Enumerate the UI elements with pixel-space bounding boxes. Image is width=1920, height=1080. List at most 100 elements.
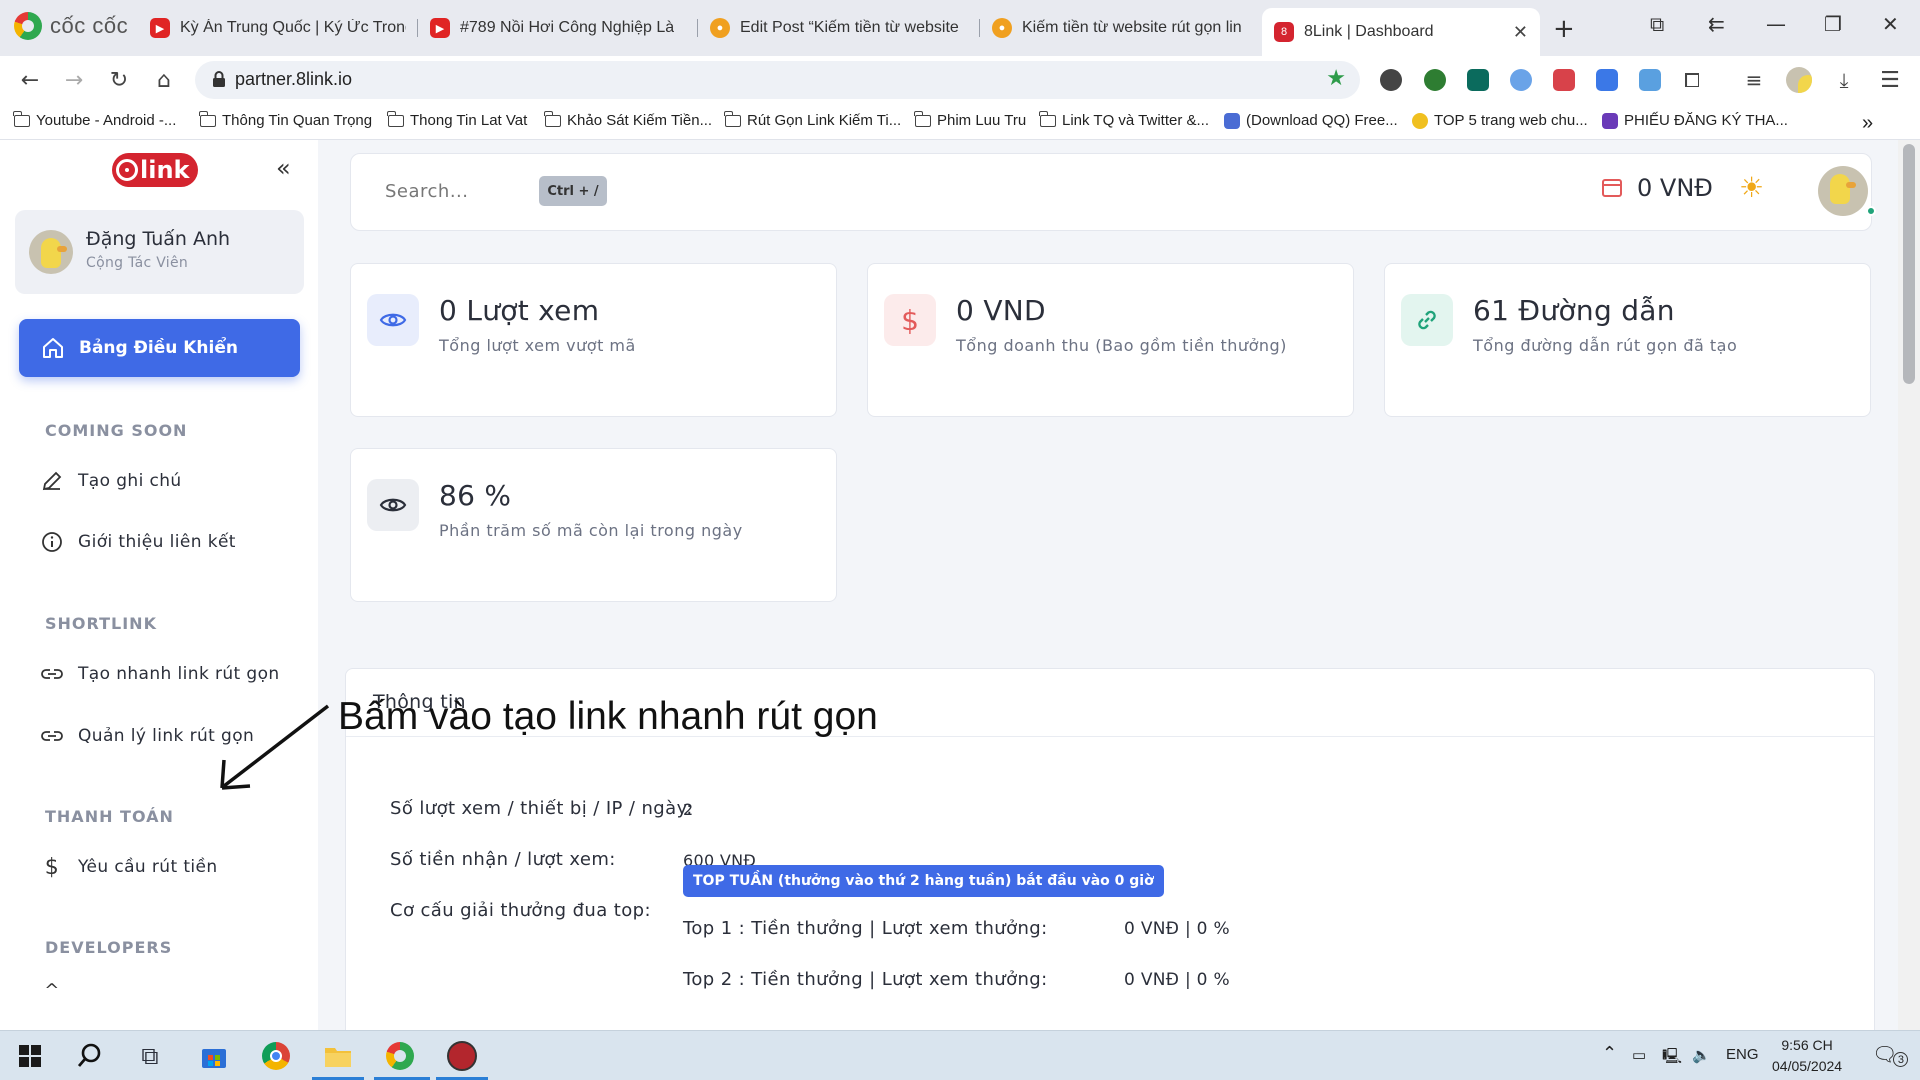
stat-label: Tổng doanh thu (Bao gồm tiền thưởng) [956,336,1287,355]
language-indicator[interactable]: ENG [1726,1046,1759,1063]
screenshot-icon[interactable]: ⧉ [1650,12,1664,36]
sidebar-item-withdraw-request[interactable]: $ Yêu cầu rút tiền [40,855,218,880]
volume-icon[interactable]: 🔈 [1692,1046,1711,1064]
scrollbar-thumb[interactable] [1903,144,1915,384]
extension-icon[interactable] [1424,69,1446,91]
sidebar-item-label: Bảng Điều Khiển [79,338,238,358]
bookmark-item[interactable]: (Download QQ) Free... [1224,112,1398,129]
address-toolbar: ← → ↻ ⌂ partner.8link.io ★ ⧠ ≡ ⤓ ☰ [0,56,1920,104]
bookmark-star-icon[interactable]: ★ [1326,66,1346,91]
stat-label: Tổng đường dẫn rút gọn đã tạo [1473,336,1738,355]
maximize-button[interactable]: ❐ [1824,12,1842,36]
reading-list-icon[interactable]: ≡ [1740,66,1768,94]
translate-icon[interactable] [1596,69,1618,91]
qq-icon [1224,112,1240,129]
folder-icon [13,110,30,127]
avatar[interactable] [1818,166,1868,216]
stat-card-links: 61 Đường dẫn Tổng đường dẫn rút gọn đã t… [1384,263,1871,417]
more-bookmarks-icon[interactable]: » [1862,112,1873,135]
extension-icon[interactable] [1510,69,1532,91]
tab-title: Kỳ Án Trung Quốc | Ký Ức Trong [180,19,406,36]
bookmark-item[interactable]: Phim Luu Tru [914,110,1027,129]
sidebar-item-developers-partial[interactable]: ^ [40,978,64,1002]
bookmark-label: Rút Gọn Link Kiếm Ti... [747,112,902,129]
bookmark-label: Thông Tin Quan Trọng [222,112,373,129]
windows-start-icon[interactable] [14,1040,46,1072]
collapse-sidebar-icon[interactable]: « [276,154,291,182]
tab-2[interactable]: ▶ #789 Nồi Hơi Công Nghiệp Là [418,10,698,46]
site-favicon-icon: ● [710,18,730,38]
back-button[interactable]: ← [16,66,44,94]
coccoc-taskbar-icon[interactable] [384,1040,416,1072]
close-tab-icon[interactable]: ✕ [1513,22,1528,43]
back-to-tab-icon[interactable]: ⇇ [1708,12,1725,36]
home-icon [43,338,63,358]
bookmark-item[interactable]: Rút Gọn Link Kiếm Ti... [724,110,902,129]
user-card[interactable]: Đặng Tuấn Anh Cộng Tác Viên [15,210,304,294]
site-favicon-icon: ● [992,18,1012,38]
bookmark-label: Link TQ và Twitter &... [1062,112,1209,129]
bookmark-label: Phim Luu Tru [937,112,1027,129]
bookmark-item[interactable]: Thong Tin Lat Vat [387,110,527,129]
tray-chevron-up-icon[interactable]: ⌃ [1602,1043,1617,1064]
sidebar-item-dashboard[interactable]: Bảng Điều Khiển [19,319,300,377]
extension-icon[interactable] [1380,69,1402,91]
menu-icon[interactable]: ☰ [1876,66,1904,94]
info-icon [40,530,64,554]
balance-display[interactable]: 0 VNĐ [1637,174,1713,202]
search-input[interactable]: Search... [385,181,469,202]
app-icon[interactable] [446,1040,478,1072]
minimize-button[interactable]: — [1766,12,1786,36]
bookmark-item[interactable]: Khảo Sát Kiếm Tiền... [544,110,712,129]
tab-8link-dashboard[interactable]: 8 8Link | Dashboard ✕ [1262,8,1540,56]
forward-button[interactable]: → [60,66,88,94]
8link-logo[interactable]: link [112,153,198,187]
sidebar-item-label: Tạo nhanh link rút gọn [78,664,280,684]
sidebar-item-label: Yêu cầu rút tiền [78,857,218,877]
search-shortcut-badge: Ctrl + / [539,176,607,206]
task-view-icon[interactable]: ⧉ [134,1040,166,1072]
tab-4[interactable]: ● Kiếm tiền từ website rút gọn lin [980,10,1260,46]
close-window-button[interactable]: ✕ [1882,12,1899,36]
bookmark-item[interactable]: Thông Tin Quan Trọng [199,110,373,129]
home-button[interactable]: ⌂ [150,66,178,94]
info-row-label: Cơ cấu giải thưởng đua top: [390,900,651,921]
page-scrollbar[interactable] [1898,140,1920,1030]
extension-icon[interactable] [1467,69,1489,91]
profile-avatar[interactable] [1786,67,1812,93]
tab-3[interactable]: ● Edit Post “Kiếm tiền từ website [698,10,980,46]
notification-center-icon[interactable]: 🗨 3 [1872,1042,1909,1067]
store-icon[interactable] [198,1040,230,1072]
system-clock[interactable]: 9:56 CH 04/05/2024 [1772,1035,1842,1077]
address-bar[interactable]: partner.8link.io ★ [195,61,1360,99]
8link-favicon-icon: 8 [1274,22,1294,42]
extension-icon[interactable] [1553,69,1575,91]
folder-icon [199,110,216,127]
folder-icon [724,110,741,127]
chrome-icon[interactable] [260,1040,292,1072]
bookmark-item[interactable]: Link TQ và Twitter &... [1039,110,1209,129]
extension-icon[interactable] [1639,69,1661,91]
download-icon[interactable]: ⤓ [1830,66,1858,94]
sun-icon[interactable]: ☀ [1739,174,1764,202]
bookmark-item[interactable]: PHIẾU ĐĂNG KÝ THA... [1602,112,1788,129]
battery-icon[interactable]: ▭ [1632,1046,1646,1064]
new-tab-button[interactable]: + [1553,14,1575,44]
network-icon[interactable]: 🖳 [1662,1046,1682,1071]
reload-button[interactable]: ↻ [105,66,133,94]
browser-brand[interactable]: cốc cốc [14,12,128,40]
bookmark-item[interactable]: TOP 5 trang web chu... [1412,112,1588,129]
sidebar-item-affiliate-intro[interactable]: Giới thiệu liên kết [40,530,236,554]
tab-1[interactable]: ▶ Kỳ Án Trung Quốc | Ký Ức Trong [138,10,418,46]
extensions-puzzle-icon[interactable]: ⧠ [1678,66,1706,94]
logo-text: link [140,156,190,184]
sidebar-item-create-note[interactable]: Tạo ghi chú [40,469,182,493]
clock-date: 04/05/2024 [1772,1058,1843,1074]
top-reward-label: Top 1 : Tiền thưởng | Lượt xem thưởng: [683,918,1048,939]
sidebar-item-quick-shortlink[interactable]: Tạo nhanh link rút gọn [40,662,280,686]
section-title-developers: DEVELOPERS [45,938,173,957]
file-explorer-icon[interactable] [322,1040,354,1072]
bookmark-item[interactable]: Youtube - Android -... [13,110,176,129]
search-icon[interactable] [74,1040,106,1072]
section-title-coming-soon: COMING SOON [45,421,188,440]
